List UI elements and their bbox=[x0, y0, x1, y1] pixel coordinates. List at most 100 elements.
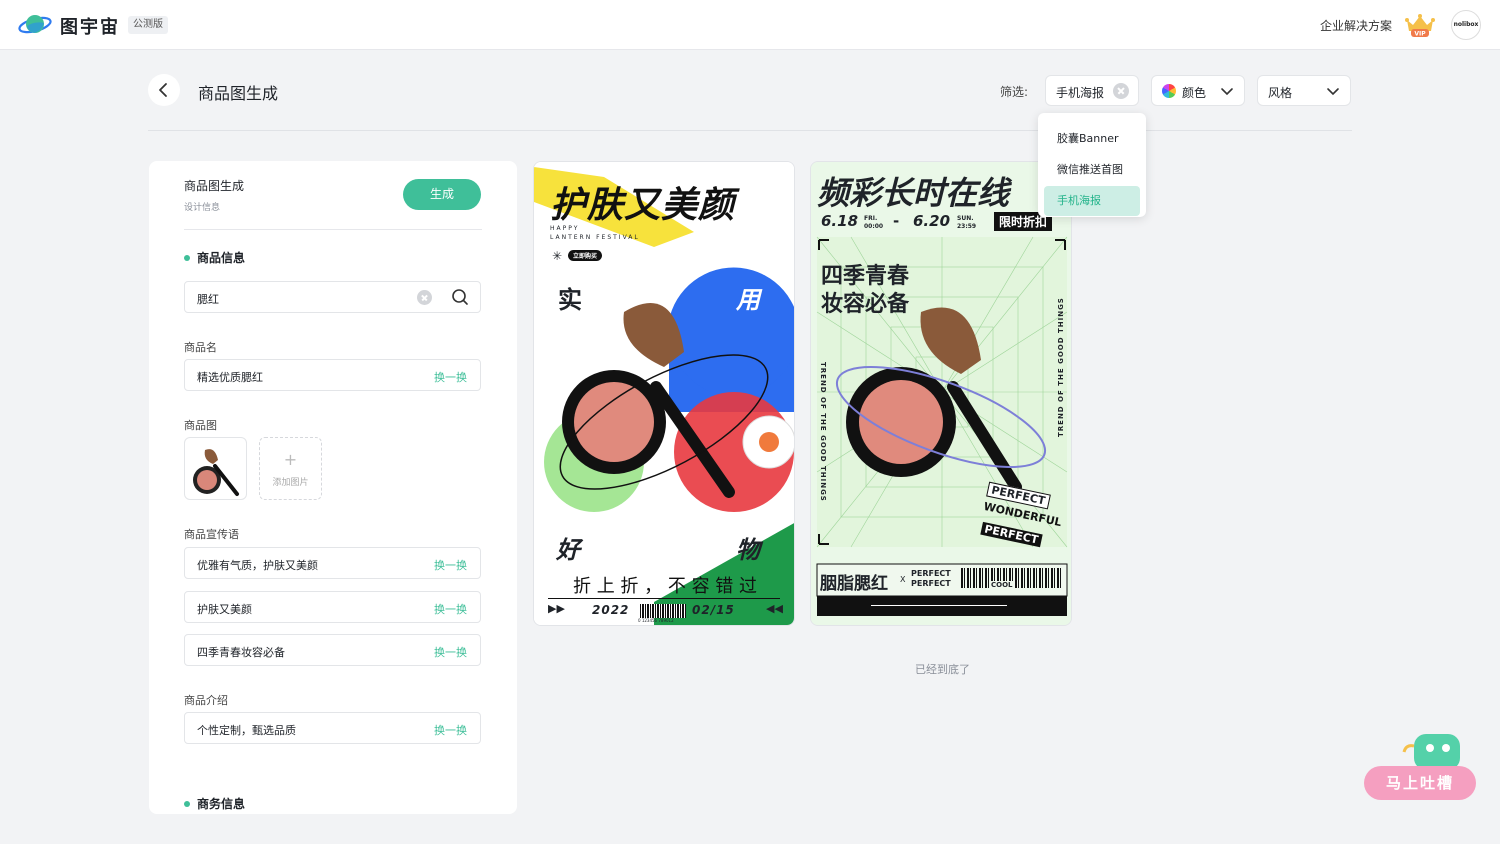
swap-button[interactable]: 换一换 bbox=[434, 369, 467, 385]
dropdown-item-mobile-poster[interactable]: 手机海报 bbox=[1044, 186, 1140, 216]
vip-crown-icon[interactable]: VIP bbox=[1404, 12, 1436, 38]
filter-style-select[interactable]: 风格 bbox=[1257, 75, 1351, 106]
clear-filter-icon[interactable] bbox=[1113, 83, 1129, 99]
poster-2-date-end-time: 23:59 bbox=[957, 223, 977, 230]
feedback-widget[interactable]: 马上吐槽 bbox=[1362, 732, 1478, 802]
dropdown-item-wechat-cover[interactable]: 微信推送首图 bbox=[1044, 155, 1140, 185]
product-image-thumbnail[interactable] bbox=[184, 437, 247, 500]
product-search-input[interactable]: 腮红 bbox=[184, 281, 481, 313]
poster-2-perfect-2: PERFECT bbox=[911, 579, 951, 588]
page-title: 商品图生成 bbox=[198, 84, 279, 103]
user-avatar[interactable]: nolibox bbox=[1451, 10, 1481, 40]
arrow-right-icon bbox=[871, 605, 1007, 606]
section-business-info: 商务信息 bbox=[184, 795, 245, 812]
sparkle-icon: ✳ bbox=[552, 249, 563, 263]
back-button[interactable] bbox=[148, 74, 180, 106]
slogan-field-1[interactable]: 优雅有气质，护肤又美颜 换一换 bbox=[184, 547, 481, 579]
swap-button[interactable]: 换一换 bbox=[434, 601, 467, 617]
poster-1-char-tl: 实 bbox=[558, 286, 582, 314]
poster-2-date-end-day: SUN. bbox=[957, 215, 974, 222]
filter-style-label: 风格 bbox=[1268, 86, 1293, 100]
poster-card-2[interactable]: 频彩长时在线 6.18 FRI. 00:00 - 6.20 SUN. 23:59… bbox=[810, 161, 1072, 626]
slogan-field-3[interactable]: 四季青春妆容必备 换一换 bbox=[184, 634, 481, 666]
product-intro-label: 商品介绍 bbox=[184, 694, 228, 707]
filter-type-dropdown: 胶囊Banner 微信推送首图 手机海报 bbox=[1038, 113, 1146, 217]
design-info-panel: 商品图生成 设计信息 生成 商品信息 腮红 商品名 精选优质腮红 换一换 商品图… bbox=[149, 161, 517, 814]
product-name-field[interactable]: 精选优质腮红 换一换 bbox=[184, 359, 481, 391]
product-slogan-label: 商品宣传语 bbox=[184, 528, 239, 541]
section-dot bbox=[184, 254, 190, 261]
product-intro-field[interactable]: 个性定制，甄选品质 换一换 bbox=[184, 712, 481, 744]
brand-name[interactable]: 图宇宙 bbox=[60, 13, 120, 39]
slogan-field-2[interactable]: 护肤又美颜 换一换 bbox=[184, 591, 481, 623]
barcode-icon bbox=[640, 604, 686, 618]
top-bar: 图宇宙 公测版 企业解决方案 VIP nolibox bbox=[0, 0, 1500, 50]
panel-divider bbox=[184, 229, 482, 230]
product-name-value: 精选优质腮红 bbox=[197, 371, 263, 384]
poster-2-x-mark: X bbox=[900, 575, 906, 584]
poster-2-date-start-day: FRI. bbox=[864, 215, 878, 222]
filter-color-select[interactable]: 颜色 bbox=[1151, 75, 1245, 106]
header-divider bbox=[148, 130, 1352, 131]
product-name-label: 商品名 bbox=[184, 341, 217, 354]
slogan-value-3: 四季青春妆容必备 bbox=[197, 646, 285, 659]
poster-1-char-br: 物 bbox=[736, 536, 760, 564]
enterprise-solutions-link[interactable]: 企业解决方案 bbox=[1320, 17, 1392, 34]
poster-2-side-left: TREND OF THE GOOD THINGS bbox=[819, 362, 827, 502]
color-wheel-icon bbox=[1162, 84, 1176, 98]
poster-1-char-tr: 用 bbox=[736, 286, 760, 314]
plus-icon: + bbox=[283, 450, 298, 469]
poster-1-char-bl: 好 bbox=[556, 536, 580, 564]
product-image-label: 商品图 bbox=[184, 419, 217, 432]
filter-type-value: 手机海报 bbox=[1056, 86, 1105, 100]
poster-1-tagline: 折 上 折 ， 不 容 错 过 bbox=[572, 576, 758, 597]
swap-button[interactable]: 换一换 bbox=[434, 644, 467, 660]
arrow-right-icon: ▶▶ bbox=[548, 602, 565, 615]
planet-logo-icon[interactable] bbox=[18, 11, 52, 39]
poster-2-slogan-2: 妆容必备 bbox=[821, 292, 910, 317]
arrow-left-icon: ◀◀ bbox=[766, 602, 783, 615]
poster-2-side-right: TREND OF THE GOOD THINGS bbox=[1057, 297, 1065, 437]
poster-1-headline: 护肤又美颜 bbox=[550, 185, 736, 226]
product-intro-value: 个性定制，甄选品质 bbox=[197, 724, 296, 737]
section-dot bbox=[184, 800, 190, 807]
dropdown-item-capsule-banner[interactable]: 胶囊Banner bbox=[1044, 124, 1140, 154]
poster-1-barcode-number: 0 123456 789012 bbox=[638, 618, 674, 623]
panel-title: 商品图生成 bbox=[184, 179, 245, 193]
end-of-list-note: 已经到底了 bbox=[915, 663, 970, 676]
search-icon[interactable] bbox=[451, 288, 469, 306]
filter-color-label: 颜色 bbox=[1182, 86, 1207, 100]
section-product-info-label: 商品信息 bbox=[197, 251, 246, 265]
poster-1-year: 2022 bbox=[592, 603, 630, 617]
poster-card-1[interactable]: 护肤又美颜 HAPPY LANTERN FESTIVAL ✳ 立即购买 实 用 … bbox=[533, 161, 795, 626]
poster-1-sub1: HAPPY bbox=[550, 225, 580, 232]
swap-button[interactable]: 换一换 bbox=[434, 722, 467, 738]
section-product-info: 商品信息 bbox=[184, 249, 245, 266]
panel-subtitle: 设计信息 bbox=[184, 203, 221, 213]
poster-2-date-end: 6.20 bbox=[913, 212, 951, 230]
filter-label: 筛选: bbox=[1000, 85, 1029, 99]
poster-2-date-start-time: 00:00 bbox=[864, 223, 884, 230]
beta-badge: 公测版 bbox=[128, 16, 168, 34]
poster-2-perfect-1: PERFECT bbox=[911, 569, 951, 578]
vip-label: VIP bbox=[1414, 31, 1426, 38]
clear-search-icon[interactable] bbox=[417, 290, 432, 305]
poster-1-rule bbox=[548, 598, 780, 599]
product-search-value: 腮红 bbox=[197, 293, 219, 306]
generate-button[interactable]: 生成 bbox=[403, 179, 481, 210]
swap-button[interactable]: 换一换 bbox=[434, 557, 467, 573]
blush-product-image bbox=[193, 449, 239, 496]
poster-2-date-dash: - bbox=[893, 212, 900, 230]
poster-2-cool: COOL bbox=[989, 581, 1015, 589]
poster-1-date: 02/15 bbox=[692, 603, 735, 617]
poster-1-sub2: LANTERN FESTIVAL bbox=[550, 234, 640, 241]
filter-type-select[interactable]: 手机海报 bbox=[1045, 75, 1139, 106]
add-image-button[interactable]: + 添加图片 bbox=[259, 437, 322, 500]
poster-1-buy-badge: 立即购买 bbox=[568, 250, 603, 261]
poster-2-date-start: 6.18 bbox=[821, 212, 859, 230]
feedback-button[interactable]: 马上吐槽 bbox=[1364, 766, 1476, 800]
chevron-left-icon bbox=[159, 83, 167, 97]
poster-2-artwork bbox=[811, 162, 1071, 625]
chevron-down-icon bbox=[1327, 88, 1339, 96]
poster-2-product-name: 胭脂腮红 bbox=[820, 574, 888, 594]
